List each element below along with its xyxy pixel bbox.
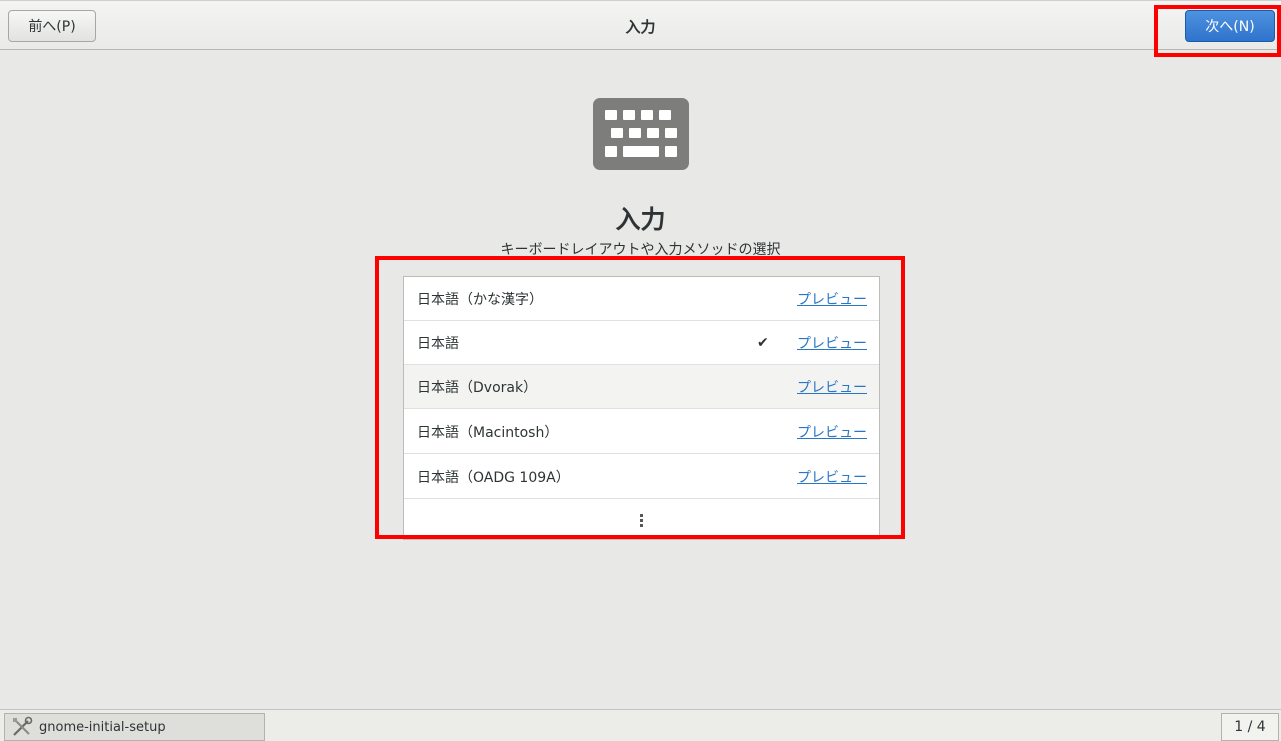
list-item[interactable]: 日本語（OADG 109A） プレビュー [404, 455, 879, 499]
page-title: 入力 [615, 205, 666, 234]
input-source-list: 日本語（かな漢字） プレビュー 日本語 ✔ プレビュー 日本語（Dvorak） … [403, 276, 880, 540]
workspace-indicator[interactable]: 1 / 4 [1221, 713, 1279, 741]
list-item-label: 日本語（Dvorak） [417, 379, 538, 396]
preview-link[interactable]: プレビュー [797, 422, 867, 442]
preview-link[interactable]: プレビュー [797, 333, 867, 353]
header-bar: 前へ(P) 入力 次へ(N) [0, 0, 1281, 50]
list-item-label: 日本語（かな漢字） [417, 291, 543, 308]
check-icon: ✔ [757, 334, 769, 351]
list-item-label: 日本語（Macintosh） [417, 424, 559, 441]
tools-icon [13, 716, 33, 736]
more-vertical-icon [640, 513, 643, 527]
header-title: 入力 [625, 18, 656, 36]
list-item[interactable]: 日本語（Dvorak） プレビュー [404, 365, 879, 409]
list-item[interactable]: 日本語 ✔ プレビュー [404, 321, 879, 365]
preview-link[interactable]: プレビュー [797, 289, 867, 309]
list-item[interactable]: 日本語（Macintosh） プレビュー [404, 410, 879, 454]
keyboard-icon [593, 98, 689, 170]
list-item-label: 日本語（OADG 109A） [417, 469, 570, 486]
initial-setup-window: 前へ(P) 入力 次へ(N) 入力 キーボードレイアウトや入力メソッドの選択 日… [0, 0, 1281, 741]
taskbar: gnome-initial-setup 1 / 4 [0, 709, 1281, 741]
more-options-button[interactable] [404, 500, 879, 540]
list-item[interactable]: 日本語（かな漢字） プレビュー [404, 277, 879, 321]
preview-link[interactable]: プレビュー [797, 467, 867, 487]
taskbar-item-label: gnome-initial-setup [39, 719, 166, 735]
list-item-label: 日本語 [417, 335, 459, 352]
page-subtitle: キーボードレイアウトや入力メソッドの選択 [500, 242, 781, 258]
next-button[interactable]: 次へ(N) [1185, 10, 1275, 42]
taskbar-item[interactable]: gnome-initial-setup [4, 713, 265, 741]
preview-link[interactable]: プレビュー [797, 377, 867, 397]
